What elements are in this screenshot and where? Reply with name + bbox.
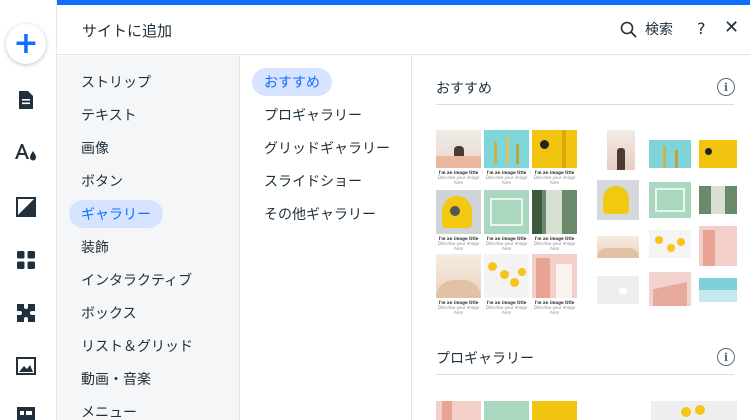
theme-icon[interactable] [14,141,38,165]
left-tool-rail: + [0,0,57,420]
plugins-icon[interactable] [14,301,38,325]
panel-header: サイトに追加 検索 ? ✕ [57,5,750,55]
gallery-thumb [532,190,577,234]
category-item-video-music[interactable]: 動画・音楽 [69,365,163,393]
gallery-thumb [649,230,691,258]
page-icon[interactable] [14,88,38,112]
category-item-menu[interactable]: メニュー [69,398,149,420]
close-button[interactable]: ✕ [724,17,739,38]
section-divider [436,104,734,105]
search-label: 検索 [645,22,673,38]
search-icon [620,21,637,38]
info-icon[interactable]: i [717,78,735,96]
search-button[interactable]: 検索 [620,19,673,39]
gallery-thumb [699,186,737,214]
caption-subtitle: Describe your image here [485,305,528,315]
category-item-text[interactable]: テキスト [69,101,149,129]
category-item-gallery[interactable]: ギャラリー [69,200,163,228]
category-item-box[interactable]: ボックス [69,299,149,327]
pro-gallery-preview-grid[interactable] [436,401,578,420]
help-button[interactable]: ? [697,19,706,38]
media-icon[interactable] [14,354,38,378]
gallery-thumb [699,226,737,266]
caption-subtitle: Describe your image here [485,241,528,251]
subcategory-item-grid-gallery[interactable]: グリッドギャラリー [252,134,402,162]
gallery-thumb [649,272,691,306]
info-icon[interactable]: i [717,348,735,366]
category-item-list-grid[interactable]: リスト＆グリッド [69,332,205,360]
gallery-thumb [484,401,529,420]
gallery-thumb [597,276,639,304]
section-title-pro-gallery: プロギャラリー [436,351,534,367]
caption-subtitle: Describe your image here [437,241,480,251]
add-panel: サイトに追加 検索 ? ✕ ストリップ テキスト 画像 ボタン ギャラリー 装飾… [57,5,750,420]
section-divider [436,374,734,375]
gallery-thumb [436,130,481,168]
subcategory-item-slideshow[interactable]: スライドショー [252,167,374,195]
subcategory-item-pro-gallery[interactable]: プロギャラリー [252,101,374,129]
caption-subtitle: Describe your image here [533,305,576,315]
caption-subtitle: Describe your image here [533,175,576,185]
gallery-thumb [484,254,529,298]
gallery-thumb [532,254,577,298]
caption-subtitle: Describe your image here [437,305,480,315]
preview-area: おすすめ i I'm an image title Describe your … [413,56,750,420]
gallery-thumb [649,182,691,218]
add-elements-button[interactable]: + [6,24,46,64]
subcategory-list: おすすめ プロギャラリー グリッドギャラリー スライドショー その他ギャラリー [241,56,412,420]
gallery-thumb [436,401,481,420]
gallery-thumb [532,130,577,168]
gallery-thumb [484,130,529,168]
gallery-thumb [597,236,639,258]
apps-icon[interactable] [14,248,38,272]
plus-icon: + [13,26,39,61]
panel-title: サイトに追加 [82,22,173,40]
background-icon[interactable] [14,195,38,219]
subcategory-item-other-gallery[interactable]: その他ギャラリー [252,200,388,228]
category-item-interactive[interactable]: インタラクティブ [69,266,204,294]
category-list: ストリップ テキスト 画像 ボタン ギャラリー 装飾 インタラクティブ ボックス… [57,56,240,420]
category-item-image[interactable]: 画像 [69,134,121,162]
gallery-thumb [532,401,577,420]
gallery-thumb [597,180,639,220]
gallery-thumb [699,278,737,302]
caption-subtitle: Describe your image here [485,175,528,185]
category-item-button[interactable]: ボタン [69,167,135,195]
caption-subtitle: Describe your image here [533,241,576,251]
gallery-preview-grid-captions[interactable]: I'm an image title Describe your image h… [436,130,578,316]
gallery-thumb [699,140,737,168]
category-item-decorative[interactable]: 装飾 [69,233,121,261]
layout-icon[interactable] [14,402,38,420]
gallery-thumb [607,130,635,170]
section-title-recommended: おすすめ [436,81,492,97]
gallery-thumb [484,190,529,234]
category-item-strip[interactable]: ストリップ [69,68,163,96]
pro-gallery-preview-slider[interactable] [651,401,737,420]
gallery-thumb [649,140,691,168]
gallery-thumb [436,254,481,298]
gallery-preview-masonry[interactable] [597,130,737,316]
gallery-thumb [436,190,481,234]
caption-subtitle: Describe your image here [437,175,480,185]
subcategory-item-recommended[interactable]: おすすめ [252,68,332,96]
